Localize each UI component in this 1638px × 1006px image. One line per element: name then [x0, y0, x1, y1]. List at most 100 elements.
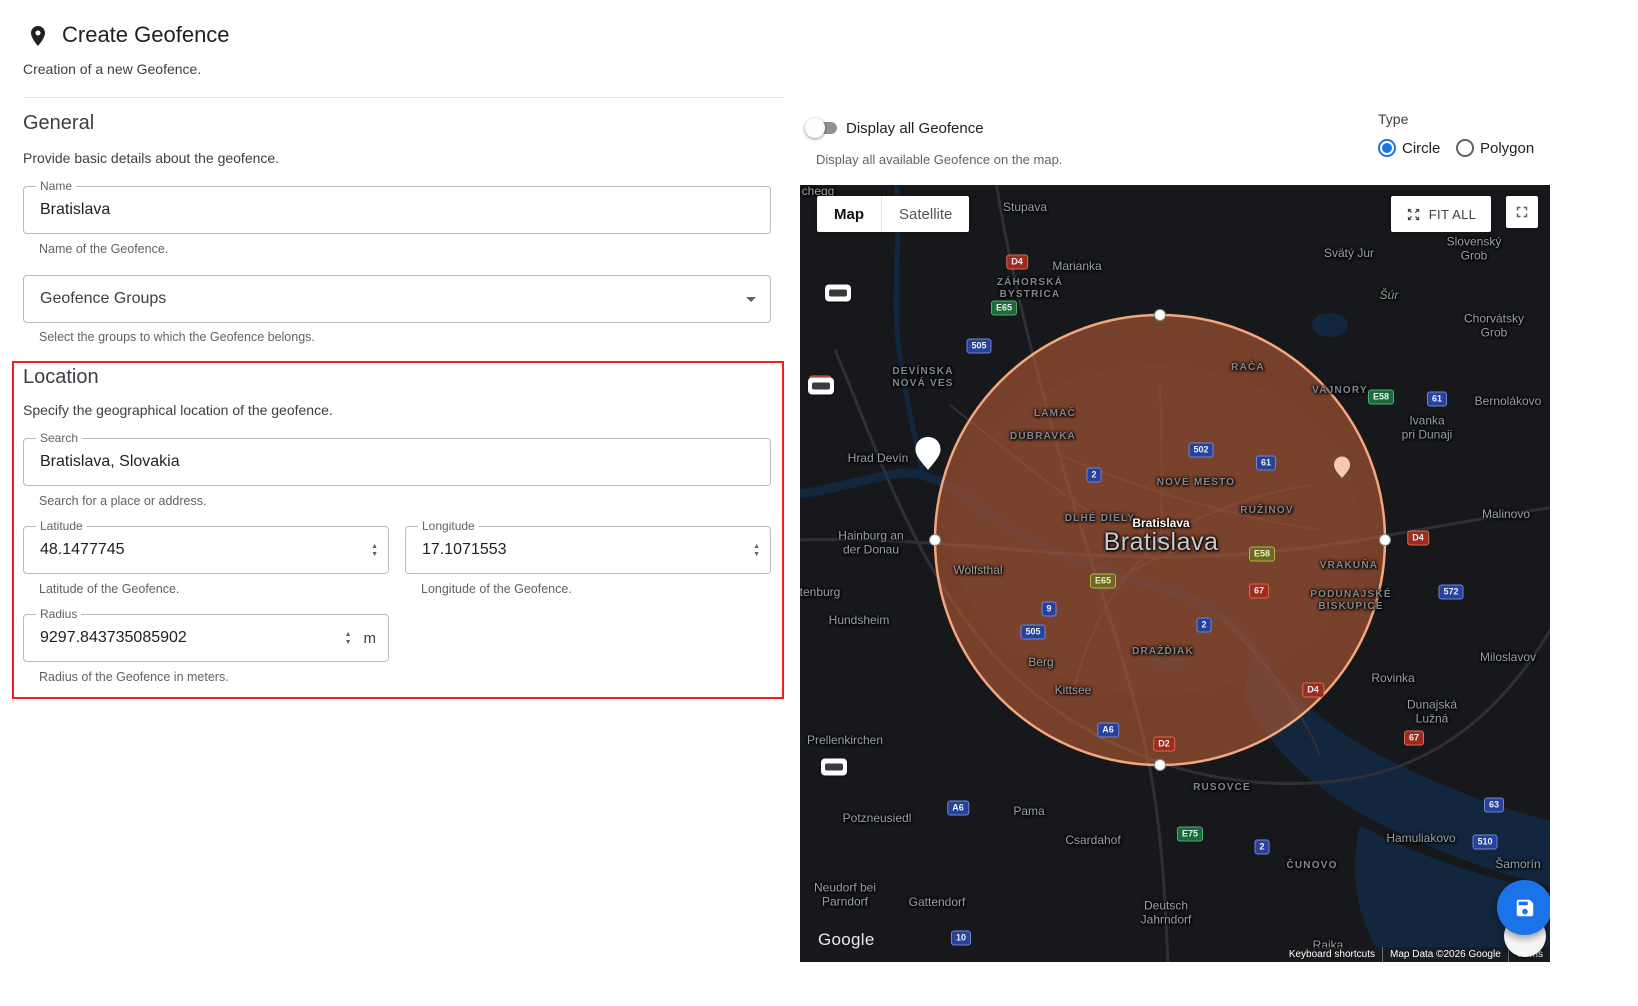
- map-label: Csardahof: [1065, 833, 1120, 847]
- map-label: Miloslavov: [1480, 650, 1536, 664]
- latitude-input[interactable]: [40, 527, 363, 573]
- radius-field[interactable]: Radius ▲ ▼ m: [23, 614, 389, 662]
- road-shield: E65: [1090, 574, 1116, 589]
- road-shield: A6: [1097, 723, 1119, 738]
- map-label: Šúr: [1380, 288, 1399, 302]
- road-shield: 2: [1196, 618, 1211, 633]
- radio-circle[interactable]: Circle: [1378, 139, 1440, 157]
- map-label: Hundsheim: [829, 613, 890, 627]
- map-label: Berg: [1028, 655, 1053, 669]
- map-canvas[interactable]: cheggStupavaMariankaZÁHORSKÁ BYSTRICASvä…: [800, 185, 1550, 962]
- map-view-button[interactable]: Map: [817, 196, 881, 232]
- map-label: Stupava: [1003, 200, 1047, 214]
- road-shield: 9: [1041, 602, 1056, 617]
- fit-all-button[interactable]: FIT ALL: [1391, 196, 1491, 232]
- map-badge-marker: [821, 759, 847, 776]
- spinner-down-icon[interactable]: ▼: [753, 551, 760, 558]
- road-shield: D4: [1302, 683, 1324, 698]
- keyboard-shortcuts-link[interactable]: Keyboard shortcuts: [1282, 947, 1382, 962]
- road-shield: 67: [1404, 731, 1424, 746]
- road-shield: D4: [1006, 255, 1028, 270]
- fullscreen-button[interactable]: [1506, 196, 1538, 228]
- map-label: RAČA: [1231, 362, 1265, 374]
- map-badge-marker: [808, 378, 834, 395]
- latitude-field-label: Latitude: [36, 519, 87, 533]
- geofence-pin-icon: [26, 24, 50, 48]
- map-labels-layer: cheggStupavaMariankaZÁHORSKÁ BYSTRICASvä…: [800, 185, 1550, 962]
- fullscreen-icon: [1513, 203, 1531, 221]
- geofence-groups-select[interactable]: Geofence Groups: [23, 275, 771, 323]
- satellite-view-button[interactable]: Satellite: [881, 196, 969, 232]
- map-label: VAJNORY: [1312, 385, 1368, 397]
- longitude-input[interactable]: [422, 527, 745, 573]
- spinner-up-icon[interactable]: ▲: [753, 543, 760, 550]
- display-all-geofence-toggle[interactable]: [807, 120, 839, 136]
- map-label: Potzneusiedl: [843, 811, 912, 825]
- road-shield: 502: [1188, 443, 1213, 458]
- map-label: Deutsch Jahrndorf: [1141, 899, 1192, 928]
- fit-all-icon: [1406, 207, 1421, 222]
- map-label: Hrad Devín: [848, 451, 909, 465]
- road-shield: D4: [1407, 531, 1429, 546]
- radius-field-label: Radius: [36, 607, 81, 621]
- map-label: NOVÉ MESTO: [1157, 477, 1236, 489]
- map-label: Svätý Jur: [1324, 246, 1374, 260]
- radio-circle-icon: [1378, 139, 1396, 157]
- general-section-description: Provide basic details about the geofence…: [23, 150, 279, 166]
- map-label: Bernolákovo: [1475, 394, 1542, 408]
- display-all-geofence-label: Display all Geofence: [846, 120, 984, 137]
- radio-polygon-label: Polygon: [1480, 140, 1534, 157]
- road-shield: 63: [1484, 798, 1504, 813]
- display-all-geofence-helper: Display all available Geofence on the ma…: [816, 152, 1062, 167]
- road-shield: 61: [1427, 392, 1447, 407]
- map-label: RUSOVCE: [1193, 782, 1251, 794]
- latitude-stepper[interactable]: ▲ ▼: [371, 543, 378, 558]
- map-label: Rovinka: [1371, 671, 1414, 685]
- map-label: Kittsee: [1055, 683, 1092, 697]
- header-divider: [23, 97, 785, 98]
- name-input[interactable]: [40, 187, 762, 233]
- longitude-stepper[interactable]: ▲ ▼: [753, 543, 760, 558]
- map-badge-marker: [825, 285, 851, 302]
- longitude-field[interactable]: Longitude ▲ ▼: [405, 526, 771, 574]
- search-field-helper: Search for a place or address.: [39, 494, 206, 508]
- name-field-helper: Name of the Geofence.: [39, 242, 168, 256]
- radio-circle-label: Circle: [1402, 140, 1440, 157]
- road-shield: E58: [1249, 547, 1275, 562]
- map-label: VRAKUŇA: [1320, 560, 1378, 572]
- save-icon: [1514, 897, 1536, 919]
- spinner-down-icon[interactable]: ▼: [345, 639, 352, 646]
- search-input[interactable]: [40, 439, 762, 485]
- spinner-up-icon[interactable]: ▲: [345, 631, 352, 638]
- road-shield: E75: [1177, 827, 1203, 842]
- map-label: Malinovo: [1482, 507, 1530, 521]
- spinner-down-icon[interactable]: ▼: [371, 551, 378, 558]
- map-label: Prellenkirchen: [807, 733, 883, 747]
- google-logo: Google: [818, 930, 875, 950]
- spinner-up-icon[interactable]: ▲: [371, 543, 378, 550]
- map-type-control: Map Satellite: [817, 196, 969, 232]
- radius-input[interactable]: [40, 615, 337, 661]
- location-section-title: Location: [23, 366, 99, 389]
- map-label: LAMAČ: [1034, 408, 1076, 420]
- map-label: DÚBRAVKA: [1010, 431, 1076, 443]
- latitude-field-helper: Latitude of the Geofence.: [39, 582, 179, 596]
- radius-field-helper: Radius of the Geofence in meters.: [39, 670, 229, 684]
- map-label: DRAŽĎIAK: [1132, 646, 1194, 658]
- longitude-field-label: Longitude: [418, 519, 479, 533]
- road-shield: 2: [1086, 468, 1101, 483]
- map-label: Wolfsthal: [953, 563, 1002, 577]
- search-field-label: Search: [36, 431, 82, 445]
- geofence-groups-placeholder: Geofence Groups: [40, 290, 746, 308]
- map-label: ČUNOVO: [1286, 860, 1337, 872]
- search-field[interactable]: Search: [23, 438, 771, 486]
- save-geofence-button[interactable]: [1497, 880, 1550, 935]
- page-subtitle: Creation of a new Geofence.: [23, 61, 201, 77]
- radio-polygon[interactable]: Polygon: [1456, 139, 1534, 157]
- name-field[interactable]: Name: [23, 186, 771, 234]
- latitude-field[interactable]: Latitude ▲ ▼: [23, 526, 389, 574]
- toggle-thumb: [805, 118, 825, 138]
- chevron-down-icon: [746, 297, 756, 302]
- map-label: Pama: [1013, 804, 1044, 818]
- radius-stepper[interactable]: ▲ ▼: [345, 631, 352, 646]
